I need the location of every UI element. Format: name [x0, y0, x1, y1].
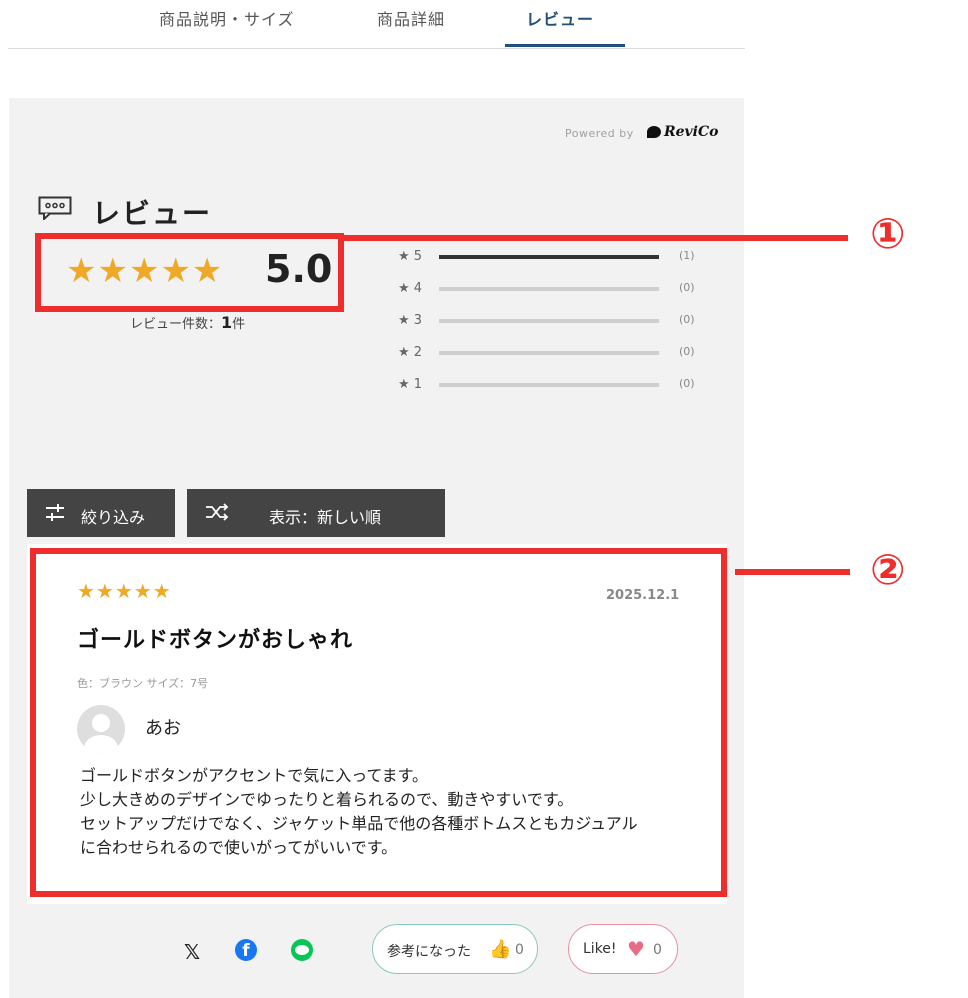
- like-button-label: Like!: [583, 941, 617, 957]
- rating-row-count: (1): [679, 249, 695, 262]
- thumbs-up-icon: 👍: [489, 939, 512, 960]
- filter-button-label: 絞り込み: [81, 510, 146, 527]
- annotation-leader-line-2: [735, 569, 850, 575]
- tab-description-size[interactable]: 商品説明・サイズ: [159, 6, 295, 30]
- annotation-frame-1: [35, 233, 344, 312]
- helpful-button[interactable]: 参考になった 👍 0: [372, 924, 538, 974]
- facebook-share-icon[interactable]: f: [235, 939, 257, 961]
- rating-row-5[interactable]: ★ 5 (1): [398, 249, 698, 265]
- rating-bar-track: [439, 319, 659, 323]
- rating-bar-track: [439, 351, 659, 355]
- rating-bar-track: [439, 255, 659, 259]
- rating-bar-fill: [439, 255, 659, 259]
- rating-row-count: (0): [679, 281, 695, 294]
- rating-row-count: (0): [679, 345, 695, 358]
- review-count-unit: 件: [232, 317, 246, 332]
- rating-bar-track: [439, 383, 659, 387]
- filter-button[interactable]: 絞り込み: [27, 489, 175, 537]
- shuffle-icon: [206, 503, 229, 521]
- rating-row-label: ★ 2: [398, 345, 423, 360]
- rating-row-count: (0): [679, 377, 695, 390]
- annotation-leader-line-1: [344, 235, 848, 241]
- rating-row-label: ★ 1: [398, 377, 423, 392]
- helpful-count: 0: [515, 942, 524, 958]
- heart-icon: ♥: [627, 937, 645, 961]
- active-tab-indicator: [505, 44, 625, 47]
- rating-row-4[interactable]: ★ 4 (0): [398, 281, 698, 297]
- rating-row-2[interactable]: ★ 2 (0): [398, 345, 698, 361]
- rating-row-label: ★ 3: [398, 313, 423, 328]
- tab-reviews[interactable]: レビュー: [526, 6, 594, 30]
- sort-button[interactable]: 表示：新しい順: [187, 489, 445, 537]
- like-count: 0: [653, 942, 662, 958]
- reviews-heading: レビュー: [92, 197, 213, 230]
- line-share-icon[interactable]: [291, 939, 313, 961]
- revico-logo-icon: [647, 126, 661, 138]
- sort-button-label: 表示：新しい順: [269, 510, 382, 527]
- rating-bar-track: [439, 287, 659, 291]
- rating-row-3[interactable]: ★ 3 (0): [398, 313, 698, 329]
- x-share-icon[interactable]: 𝕏: [184, 940, 200, 964]
- rating-row-label: ★ 5: [398, 249, 423, 264]
- powered-by-label: Powered by: [565, 127, 634, 140]
- helpful-button-label: 参考になった: [387, 944, 471, 960]
- review-count-value: 1: [221, 313, 233, 332]
- speech-bubble-icon: [38, 196, 72, 220]
- rating-row-label: ★ 4: [398, 281, 423, 296]
- annotation-number-1: ①: [870, 209, 906, 258]
- filter-icon: [46, 504, 64, 521]
- like-button[interactable]: Like! ♥ 0: [568, 924, 678, 974]
- rating-row-1[interactable]: ★ 1 (0): [398, 377, 698, 393]
- rating-row-count: (0): [679, 313, 695, 326]
- review-count-label: レビュー件数：: [130, 317, 222, 332]
- review-count: レビュー件数：1件: [130, 313, 245, 332]
- tab-details[interactable]: 商品詳細: [377, 6, 445, 30]
- revico-logo-text: ReviCo: [664, 124, 719, 140]
- annotation-frame-2: [30, 548, 727, 897]
- product-tabs: 商品説明・サイズ 商品詳細 レビュー: [8, 0, 745, 49]
- annotation-number-2: ②: [870, 545, 906, 594]
